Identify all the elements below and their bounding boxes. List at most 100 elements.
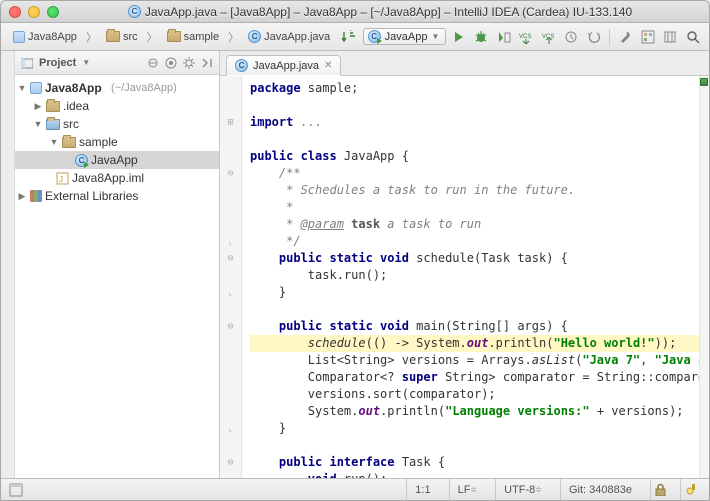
line-separator[interactable]: LF ≑	[449, 479, 486, 500]
structure-icon	[641, 30, 655, 44]
class-icon: C	[235, 59, 248, 72]
vcs-revert-button[interactable]	[583, 27, 604, 47]
search-icon	[686, 30, 700, 44]
code-content[interactable]: package sample; import ... public class …	[242, 76, 699, 478]
editor-gutter[interactable]: ⊞ ⊖ ⌞ ⊖ ⌞ ⊖ ⌞ ⊖ ⊖	[220, 76, 242, 478]
fold-icon[interactable]: ⊞	[220, 114, 241, 131]
error-stripe[interactable]	[699, 76, 709, 478]
fold-end-icon: ⌞	[220, 284, 241, 301]
fold-icon[interactable]: ⊖	[220, 454, 241, 471]
project-toolwindow: Project ▼ ▼Java8App (~/Java8App) ▶.idea …	[15, 51, 220, 478]
tree-node-external-libs[interactable]: ▶External Libraries	[15, 187, 219, 205]
code-editor[interactable]: ⊞ ⊖ ⌞ ⊖ ⌞ ⊖ ⌞ ⊖ ⊖	[220, 76, 709, 478]
fold-icon[interactable]: ⊖	[220, 318, 241, 335]
tree-hint: (~/Java8App)	[111, 82, 177, 94]
project-tree[interactable]: ▼Java8App (~/Java8App) ▶.idea ▼src ▼samp…	[15, 75, 219, 478]
target-icon[interactable]	[165, 57, 177, 69]
status-bar: 1:1 LF ≑ UTF-8 ≑ Git: 340883e	[1, 478, 709, 500]
lock-status[interactable]	[650, 479, 670, 500]
run-config-combo[interactable]: C JavaApp ▼	[363, 28, 447, 45]
editor-tab[interactable]: C JavaApp.java ✕	[226, 55, 341, 76]
close-window-button[interactable]	[9, 6, 21, 18]
breadcrumb-label: JavaApp.java	[264, 31, 330, 43]
breadcrumb-src[interactable]: src	[100, 28, 144, 46]
project-structure-button[interactable]	[637, 27, 658, 47]
tree-label: Java8App	[45, 81, 102, 95]
run-config-label: JavaApp	[385, 31, 428, 43]
vcs-update-button[interactable]: VCS	[516, 27, 537, 47]
module-icon	[13, 31, 25, 43]
debug-button[interactable]	[471, 27, 492, 47]
tree-node-class[interactable]: CJavaApp	[15, 151, 219, 169]
zoom-window-button[interactable]	[47, 6, 59, 18]
search-button[interactable]	[682, 27, 703, 47]
play-icon	[455, 32, 463, 42]
class-icon: C	[75, 154, 88, 167]
run-coverage-icon	[497, 30, 511, 44]
caret-position[interactable]: 1:1	[406, 479, 438, 500]
run-config-icon: C	[368, 30, 381, 43]
vcs-history-button[interactable]	[561, 27, 582, 47]
gear-icon[interactable]	[183, 57, 195, 69]
tree-node-iml[interactable]: J Java8App.iml	[15, 169, 219, 187]
run-button[interactable]	[448, 27, 469, 47]
breadcrumb-package[interactable]: sample	[161, 28, 225, 46]
sort-icon	[341, 30, 355, 44]
left-stripe[interactable]	[1, 51, 15, 478]
breadcrumb-sep: 〉	[85, 29, 98, 45]
close-tab-icon[interactable]: ✕	[324, 60, 332, 71]
vcs-update-icon: VCS	[519, 30, 533, 44]
bug-icon	[474, 30, 488, 44]
lock-icon	[655, 484, 666, 496]
breadcrumb-project[interactable]: Java8App	[7, 28, 83, 46]
fold-icon[interactable]: ⊖	[220, 165, 241, 182]
jump-to-source-button[interactable]	[338, 27, 359, 47]
fold-icon[interactable]: ⊖	[220, 250, 241, 267]
fold-end-icon: ⌞	[220, 420, 241, 437]
toolwindows-toggle-icon[interactable]	[9, 483, 23, 497]
minimize-window-button[interactable]	[28, 6, 40, 18]
toolwindow-title: Project	[39, 57, 76, 69]
tree-node-package[interactable]: ▼sample	[15, 133, 219, 151]
tree-label: JavaApp	[91, 153, 138, 167]
hide-icon[interactable]	[201, 57, 213, 69]
package-icon	[167, 31, 181, 42]
svg-text:J: J	[59, 175, 63, 184]
breadcrumb-label: sample	[184, 31, 219, 43]
coverage-button[interactable]	[493, 27, 514, 47]
window-titlebar: CJavaApp.java – [Java8App] – Java8App – …	[1, 1, 709, 23]
vcs-commit-icon: VCS	[542, 30, 556, 44]
project-view-icon	[21, 57, 33, 69]
inspector-widget[interactable]	[680, 479, 701, 500]
module-icon	[30, 82, 42, 94]
svg-text:VCS: VCS	[519, 34, 531, 40]
settings-button[interactable]	[615, 27, 636, 47]
fold-end-icon: ⌞	[220, 233, 241, 250]
inspector-icon	[685, 484, 697, 496]
toolwindow-header[interactable]: Project ▼	[15, 51, 219, 75]
file-encoding[interactable]: UTF-8 ≑	[495, 479, 550, 500]
tree-node-idea[interactable]: ▶.idea	[15, 97, 219, 115]
editor-area: C JavaApp.java ✕ ⊞ ⊖ ⌞ ⊖ ⌞	[220, 51, 709, 478]
revert-icon	[587, 30, 601, 44]
collapse-icon[interactable]	[147, 57, 159, 69]
file-icon: C	[128, 5, 141, 18]
breadcrumb-file[interactable]: CJavaApp.java	[242, 27, 336, 46]
inspection-status-icon[interactable]	[700, 78, 708, 86]
tree-label: .idea	[63, 99, 89, 113]
tab-label: JavaApp.java	[253, 60, 319, 72]
sdk-button[interactable]	[660, 27, 681, 47]
tree-label: Java8App.iml	[72, 171, 144, 185]
wrench-icon	[618, 30, 632, 44]
iml-icon: J	[56, 172, 69, 185]
vcs-commit-button[interactable]: VCS	[538, 27, 559, 47]
tree-node-project[interactable]: ▼Java8App (~/Java8App)	[15, 79, 219, 97]
libraries-icon	[30, 190, 42, 202]
separator	[609, 29, 610, 45]
breadcrumb-sep: 〉	[146, 29, 159, 45]
source-folder-icon	[46, 119, 60, 130]
git-branch[interactable]: Git: 340883e	[560, 479, 640, 500]
class-icon: C	[248, 30, 261, 43]
sdk-icon	[663, 30, 677, 44]
tree-node-src[interactable]: ▼src	[15, 115, 219, 133]
